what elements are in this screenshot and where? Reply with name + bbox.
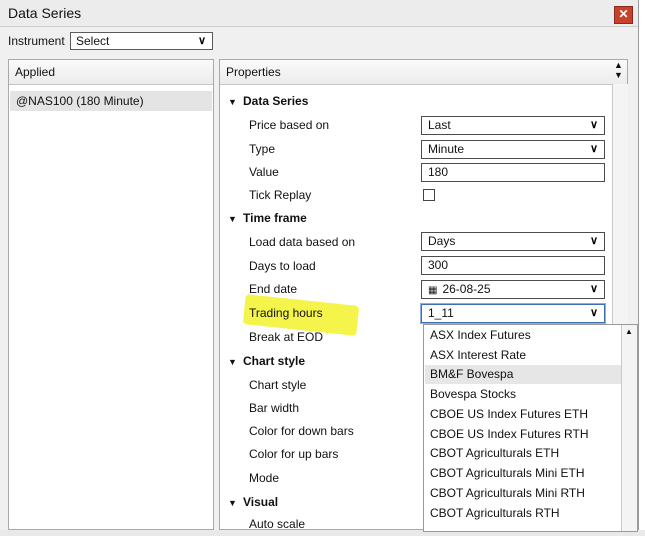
dropdown-option[interactable]: CBOT Agriculturals Mini RTH	[425, 484, 633, 503]
price-based-on-value: Last	[428, 118, 451, 132]
label-tick-replay: Tick Replay	[249, 188, 312, 202]
window-title: Data Series	[8, 5, 82, 21]
chevron-down-icon: ∨	[589, 283, 598, 295]
applied-panel: Applied @NAS100 (180 Minute)	[8, 59, 214, 530]
load-data-based-on-value: Days	[428, 234, 456, 248]
chevron-down-icon: ∨	[589, 307, 598, 319]
type-select[interactable]: Minute ∨	[421, 140, 605, 159]
data-series-dialog: Data Series ✕ Instrument Select ∨ Applie…	[0, 0, 639, 532]
background-chart	[638, 0, 645, 530]
category-chart-style: Chart style	[243, 354, 306, 368]
calendar-icon: ▦	[428, 285, 438, 296]
category-time-frame: Time frame	[243, 211, 307, 225]
close-icon: ✕	[618, 7, 629, 21]
days-to-load-input[interactable]: 300	[421, 256, 605, 275]
chevron-down-icon: ∨	[589, 119, 598, 131]
dropdown-option[interactable]: ASX Index Futures	[425, 326, 633, 345]
collapse-icon[interactable]: ▼	[228, 498, 237, 508]
label-color-up-bars: Color for up bars	[249, 447, 339, 461]
dropdown-option[interactable]: CBOT Agriculturals Mini ETH	[425, 464, 633, 483]
value-input-text: 180	[428, 165, 449, 179]
end-date-picker[interactable]: ▦ 26-08-25 ∨	[421, 280, 605, 299]
load-data-based-on-select[interactable]: Days ∨	[421, 232, 605, 251]
trading-hours-dropdown: ASX Index Futures ASX Interest Rate BM&F…	[423, 324, 638, 532]
applied-list-item[interactable]: @NAS100 (180 Minute)	[10, 91, 212, 111]
label-chart-style: Chart style	[249, 378, 307, 392]
dropdown-option-hovered[interactable]: BM&F Bovespa	[425, 365, 633, 384]
dropdown-option[interactable]: Bovespa Stocks	[425, 385, 633, 404]
label-bar-width: Bar width	[249, 401, 300, 415]
collapse-icon[interactable]: ▼	[228, 97, 237, 107]
label-value: Value	[249, 165, 279, 179]
close-button[interactable]: ✕	[614, 6, 633, 24]
label-trading-hours: Trading hours	[249, 306, 323, 320]
dropdown-option[interactable]: CBOE US Index Futures ETH	[425, 405, 633, 424]
instrument-label: Instrument	[8, 34, 65, 48]
instrument-select-value: Select	[76, 34, 110, 48]
collapse-icon[interactable]: ▼	[228, 357, 237, 367]
value-input[interactable]: 180	[421, 163, 605, 182]
dropdown-scrollbar[interactable]	[621, 325, 637, 531]
label-days-to-load: Days to load	[249, 259, 316, 273]
properties-header: Properties	[220, 60, 627, 85]
trading-hours-value: 1_11	[428, 306, 454, 320]
title-bar: Data Series ✕	[0, 0, 638, 27]
label-break-at-eod: Break at EOD	[249, 330, 324, 344]
dropdown-option[interactable]: CBOT Agriculturals RTH	[425, 504, 633, 523]
category-data-series: Data Series	[243, 94, 309, 108]
collapse-icon[interactable]: ▼	[228, 214, 237, 224]
days-to-load-value: 300	[428, 258, 449, 272]
instrument-select[interactable]: Select ∨	[70, 32, 213, 50]
label-color-down-bars: Color for down bars	[249, 424, 354, 438]
dropdown-option[interactable]: CBOE US Index Futures RTH	[425, 425, 633, 444]
tick-replay-checkbox[interactable]	[423, 189, 435, 201]
scroll-up-icon[interactable]: ▲	[625, 327, 633, 336]
price-based-on-select[interactable]: Last ∨	[421, 116, 605, 135]
dropdown-option[interactable]: CBOT Agriculturals ETH	[425, 444, 633, 463]
label-load-data-based-on: Load data based on	[249, 235, 356, 249]
trading-hours-select[interactable]: 1_11 ∨	[421, 304, 605, 323]
applied-header: Applied	[9, 60, 213, 85]
chevron-down-icon: ∨	[589, 235, 598, 247]
label-type: Type	[249, 142, 276, 156]
scroll-up-icon[interactable]: ▲ ▼	[614, 60, 623, 80]
type-value: Minute	[428, 142, 465, 156]
label-price-based-on: Price based on	[249, 118, 330, 132]
label-mode: Mode	[249, 471, 280, 485]
chevron-down-icon: ∨	[589, 143, 598, 155]
dropdown-option[interactable]: ASX Interest Rate	[425, 346, 633, 365]
chevron-down-icon: ∨	[197, 35, 206, 47]
label-auto-scale: Auto scale	[249, 517, 306, 531]
end-date-value: 26-08-25	[442, 282, 491, 296]
category-visual: Visual	[243, 495, 279, 509]
